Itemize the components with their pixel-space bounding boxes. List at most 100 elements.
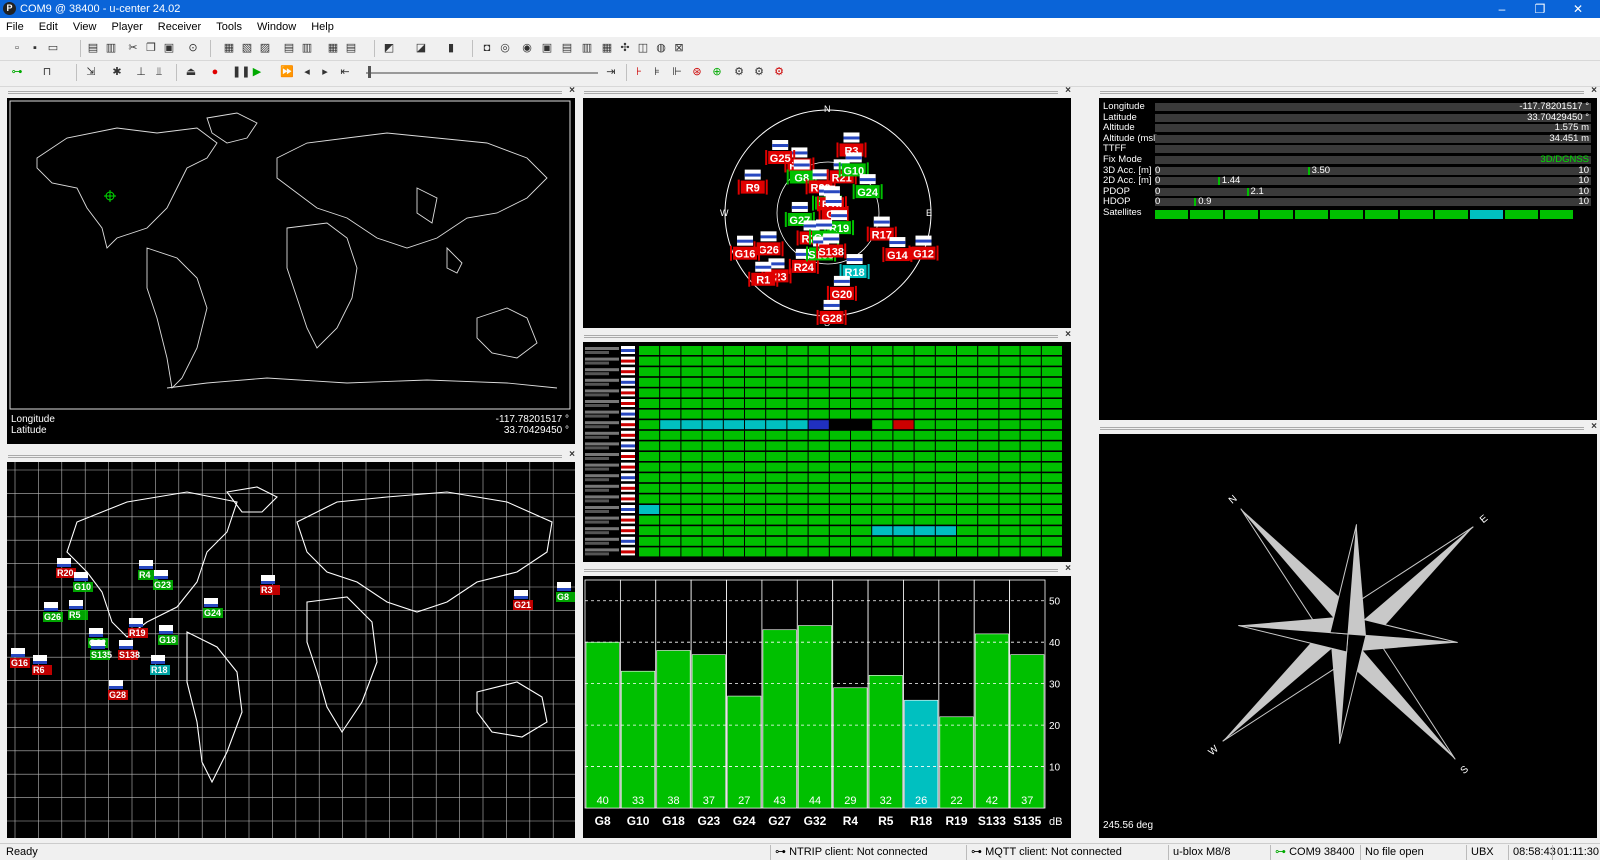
mqtt-status[interactable]: ⊶ MQTT client: Not connected — [966, 845, 1166, 860]
close-icon[interactable]: × — [569, 85, 575, 96]
nav-label: Fix Mode — [1103, 153, 1143, 165]
unit-label: dB — [1049, 816, 1062, 828]
playback-slider-thumb[interactable] — [368, 66, 371, 78]
settings-icon[interactable]: ⫫ — [152, 65, 166, 79]
pause-icon[interactable]: ❚❚ — [232, 65, 250, 79]
history-cell — [999, 452, 1020, 461]
step-back-icon[interactable]: ◂ — [300, 65, 314, 79]
connect-icon[interactable]: ⊶ — [10, 65, 24, 79]
close-icon[interactable]: × — [1065, 85, 1071, 96]
menu-edit[interactable]: Edit — [33, 18, 64, 36]
text-console-icon[interactable]: ▨ — [258, 41, 272, 55]
config-view-icon[interactable]: ▥ — [300, 41, 314, 55]
clock-view-icon[interactable]: ◫ — [636, 41, 650, 55]
print-icon[interactable]: ▤ — [86, 41, 100, 55]
cut-icon[interactable]: ✂ — [126, 41, 140, 55]
sky-view-panel: × N S E W R3R14G25G8R20R21G10G18R13G24G6… — [580, 85, 1074, 330]
messages-view-icon[interactable]: ▤ — [282, 41, 296, 55]
menu-view[interactable]: View — [67, 18, 103, 36]
gauge-max: 10 — [1578, 196, 1589, 208]
marker-icon[interactable]: ⊦ — [632, 65, 646, 79]
history-cell — [1041, 388, 1062, 398]
copy-icon[interactable]: ❐ — [144, 41, 158, 55]
history-cell — [957, 505, 978, 514]
rewind-icon[interactable]: ⇤ — [338, 65, 352, 79]
save-icon[interactable]: ▪ — [28, 41, 42, 55]
google-earth-icon[interactable]: ▦ — [600, 41, 614, 55]
paste-icon[interactable]: ▣ — [162, 41, 176, 55]
history-cell — [808, 526, 829, 536]
port-status[interactable]: ⊶ COM9 38400 — [1270, 845, 1358, 860]
history-cell — [723, 536, 744, 546]
binary-console-icon[interactable]: ▧ — [240, 41, 254, 55]
statistics-view-icon[interactable]: ▦ — [326, 41, 340, 55]
nav-reset-icon[interactable]: ⊛ — [690, 65, 704, 79]
record-icon[interactable]: ● — [208, 65, 222, 79]
packet-console-icon[interactable]: ▦ — [222, 41, 236, 55]
close-icon[interactable]: × — [1065, 329, 1071, 340]
svg-text:G26: G26 — [758, 244, 779, 256]
menu-tools[interactable]: Tools — [210, 18, 248, 36]
new-file-icon[interactable]: ▫ — [10, 41, 24, 55]
ntrip-status[interactable]: ⊶ NTRIP client: Not connected — [770, 845, 964, 860]
jump-end-icon[interactable]: ⇥ — [604, 65, 618, 79]
table-view-icon[interactable]: ▤ — [344, 41, 358, 55]
history-cell — [872, 473, 893, 483]
history-cell — [999, 547, 1020, 557]
eject-icon[interactable]: ⏏ — [184, 65, 198, 79]
play-icon[interactable]: ▶ — [250, 65, 264, 79]
minimize-button[interactable]: – — [1482, 0, 1522, 18]
histogram-view-icon[interactable]: ▮ — [444, 41, 458, 55]
history-cell — [829, 367, 850, 377]
compass-view-icon[interactable]: ✣ — [618, 41, 632, 55]
print-preview-icon[interactable]: ▥ — [104, 41, 118, 55]
world-map-icon[interactable]: ▥ — [580, 41, 594, 55]
close-button[interactable]: ✕ — [1558, 0, 1598, 18]
menu-receiver[interactable]: Receiver — [152, 18, 207, 36]
history-cell — [723, 547, 744, 557]
map-view-icon[interactable]: ◩ — [382, 41, 396, 55]
menu-player[interactable]: Player — [106, 18, 149, 36]
close-icon[interactable]: × — [1591, 85, 1597, 96]
history-cell — [660, 515, 681, 525]
close-icon[interactable]: × — [1065, 563, 1071, 574]
autobauding-icon[interactable]: ⇲ — [84, 65, 98, 79]
satellite-level-icon[interactable]: ▤ — [560, 41, 574, 55]
restore-button[interactable]: ❐ — [1520, 0, 1560, 18]
marker-v-icon[interactable]: ⊧ — [650, 65, 664, 79]
menu-window[interactable]: Window — [251, 18, 302, 36]
marker-c-icon[interactable]: ⊩ — [670, 65, 684, 79]
menu-file[interactable]: File — [0, 18, 30, 36]
gear-icon[interactable]: ⚙ — [732, 65, 746, 79]
camera-view-icon[interactable]: ◘ — [480, 41, 494, 55]
playback-slider[interactable] — [366, 72, 598, 74]
plug-icon: ⊶ — [971, 846, 986, 858]
history-cell — [872, 462, 893, 472]
svg-text:G23: G23 — [154, 580, 171, 590]
category-label-g27: G27 — [768, 814, 791, 828]
menu-help[interactable]: Help — [305, 18, 340, 36]
history-cell — [935, 377, 956, 387]
gear-reset-icon[interactable]: ⚙ — [772, 65, 786, 79]
deviation-map-icon[interactable]: ◎ — [498, 41, 512, 55]
history-cell — [978, 430, 999, 440]
baudrate-icon[interactable]: ⊓ — [40, 65, 54, 79]
attitude-view-icon[interactable]: ⊠ — [672, 41, 686, 55]
step-forward-icon[interactable]: ▸ — [318, 65, 332, 79]
history-cell — [787, 388, 808, 398]
gear-config-icon[interactable]: ⚙ — [752, 65, 766, 79]
debug-icon[interactable]: ✱ — [110, 65, 124, 79]
history-cell — [851, 367, 872, 377]
data-view-icon[interactable]: ▣ — [540, 41, 554, 55]
history-cell — [829, 473, 850, 483]
gauge-view-icon[interactable]: ◍ — [654, 41, 668, 55]
close-icon[interactable]: × — [569, 449, 575, 460]
fast-forward-icon[interactable]: ⏩ — [280, 65, 294, 79]
sky-view-icon[interactable]: ◉ — [520, 41, 534, 55]
close-icon[interactable]: × — [1591, 421, 1597, 432]
open-folder-icon[interactable]: ▭ — [46, 41, 60, 55]
search-icon[interactable]: ⊙ — [186, 41, 200, 55]
nav-save-icon[interactable]: ⊕ — [710, 65, 724, 79]
poll-icon[interactable]: ⊥ — [134, 65, 148, 79]
chart-view-icon[interactable]: ◪ — [414, 41, 428, 55]
